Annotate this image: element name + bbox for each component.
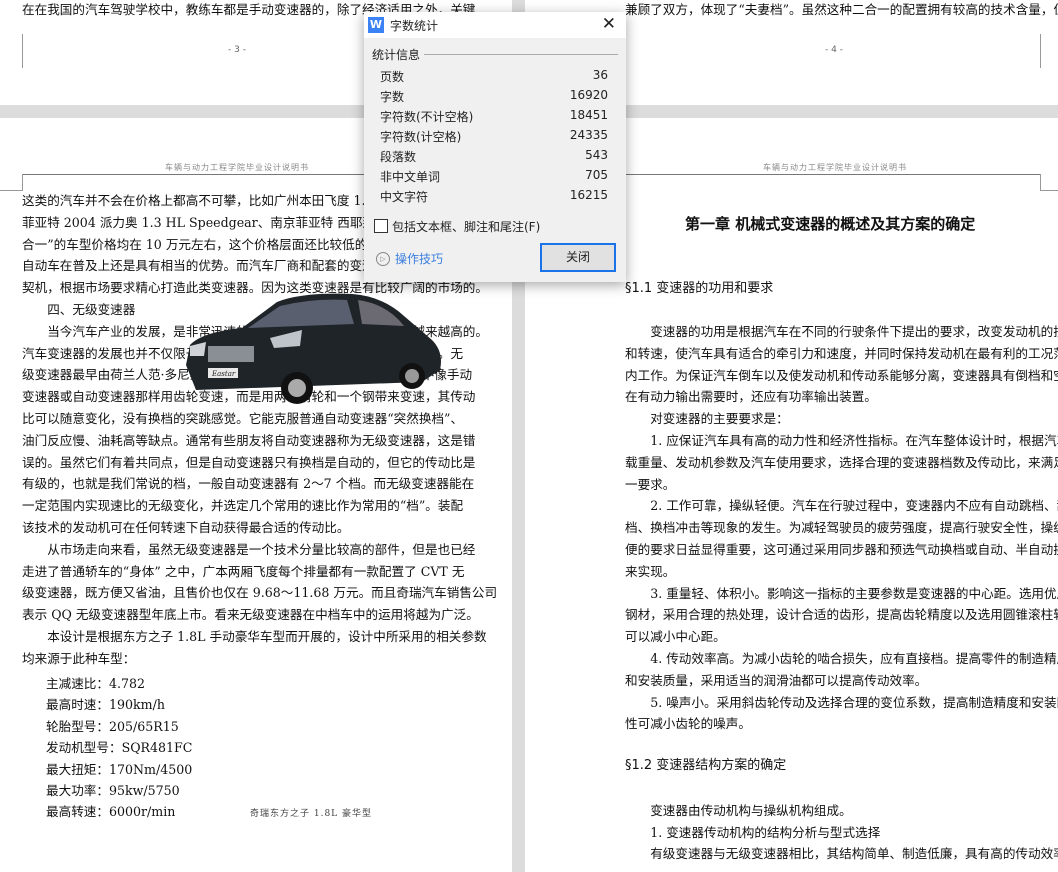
- page-text-line: 兼顾了双方，体现了“夫妻档”。虽然这种二合一的配置拥有较高的技术含量，但: [625, 2, 1058, 17]
- group-rule: [424, 54, 618, 55]
- text-line: 一定范围内实现速比的无级变化，并选定几个常用的速比作为常用的“档”。装配: [22, 498, 464, 514]
- text-line: 和安装质量，采用适当的润滑油都可以提高传动效率。: [625, 672, 928, 688]
- dialog-title: 字数统计: [390, 19, 439, 33]
- text-line: 该技术的发动机可在任何转速下自动获得最合适的传动比。: [22, 520, 350, 535]
- text-line: 在有动力输出需要时，还应有功率输出装置。: [625, 389, 877, 405]
- text-line: 四、无级变速器: [22, 302, 136, 317]
- vehicle-parameter: 最高转速：6000r/min: [46, 804, 176, 820]
- text-line: 变速器由传动机构与操纵机构组成。: [625, 803, 852, 818]
- text-line: 1. 应保证汽车具有高的动力性和经济性指标。在汽车整体设计时，根据汽车: [625, 433, 1058, 448]
- close-button[interactable]: 关闭: [540, 243, 616, 272]
- car-badge: Eastar: [211, 370, 236, 378]
- text-line: 有级变速器与无级变速器相比，其结构简单、制造低廉，具有高的传动效率: [625, 846, 1058, 862]
- text-line: 性可减小齿轮的噪声。: [625, 716, 751, 732]
- text-line: 可以减小中心距。: [625, 629, 726, 645]
- text-line: 均来源于此种车型：: [22, 650, 136, 666]
- stat-row: 字符数(不计空格) 18451: [380, 108, 608, 128]
- text-line: 5. 噪声小。采用斜齿轮传动及选择合理的变位系数，提高制造精度和安装刚: [625, 694, 1058, 710]
- text-line: 级变速器，既方便又省油，且售价也仅在 9.68～11.68 万元。而且奇瑞汽车销…: [22, 585, 498, 601]
- text-line: 油门反应慢、油耗高等缺点。通常有些朋友将自动变速器称为无级变速器，这是错: [22, 432, 476, 448]
- text-line: 对变速器的主要要求是：: [625, 411, 789, 427]
- text-line: 从市场走向来看，虽然无级变速器是一个技术分量比较高的部件，但是也已经: [22, 541, 476, 557]
- text-line: 这类的汽车并不会在价格上都高不可攀，比如广州本田飞度 1.3L C: [22, 193, 396, 208]
- text-line: 表示 QQ 无级变速器型年底上市。看来无级变速器在中档车中的运用将越为广泛。: [22, 607, 479, 623]
- text-line: 一要求。: [625, 476, 676, 492]
- section-heading: §1.2 变速器结构方案的确定: [625, 758, 787, 773]
- crop-mark: [1040, 34, 1058, 68]
- stat-value: 16215: [569, 188, 608, 202]
- vehicle-parameter: 最大扭矩：170Nm/4500: [46, 761, 193, 777]
- stat-value: 24335: [569, 128, 608, 142]
- crop-mark: [0, 34, 23, 68]
- text-line: 钢材，采用合理的热处理，设计合适的齿形，提高齿轮精度以及选用圆锥滚柱轴承: [625, 607, 1058, 623]
- section-heading: §1.1 变速器的功用和要求: [625, 281, 774, 296]
- page-number: - 3 -: [228, 45, 246, 55]
- text-line: 误的。虽然它们有着共同点，但是自动变速器只有换档是自动的，但它的传动比是: [22, 454, 476, 470]
- text-line: 合一”的车型价格均在 10 万元左右，这个价格层面还比较低的。: [22, 236, 380, 252]
- stat-row: 页数 36: [380, 68, 608, 88]
- crop-mark: [1040, 174, 1058, 191]
- stat-label: 字符数(不计空格): [380, 110, 474, 124]
- text-line: 2. 工作可靠，操纵轻便。汽车在行驶过程中，变速器内不应有自动跳档、乱: [625, 498, 1058, 514]
- text-line: 变速器的功用是根据汽车在不同的行驶条件下提出的要求，改变发动机的扭矩: [625, 324, 1058, 339]
- text-line: 自动车在普及上还是具有相当的优势。而汽车厂商和配套的变速器: [22, 258, 388, 274]
- text-line: 来实现。: [625, 563, 676, 579]
- text-line: 3. 重量轻、体积小。影响这一指标的主要参数是变速器的中心距。选用优质: [625, 585, 1058, 601]
- crop-mark: [0, 174, 23, 191]
- text-line: 内工作。为保证汽车倒车以及使发动机和传动系能够分离，变速器具有倒档和空档。: [625, 367, 1058, 383]
- wps-logo-icon: W: [368, 17, 384, 33]
- stat-label: 非中文单词: [380, 170, 441, 184]
- chapter-title: 第一章 机械式变速器的概述及其方案的确定: [685, 215, 976, 233]
- vehicle-parameter: 最大功率：95kw/5750: [46, 783, 180, 798]
- vehicle-parameter: 发动机型号：SQR481FC: [46, 740, 193, 756]
- stat-value: 16920: [569, 88, 608, 102]
- stat-row: 中文字符 16215: [380, 188, 608, 208]
- stat-row: 段落数 543: [380, 148, 608, 168]
- stat-row: 字符数(计空格) 24335: [380, 128, 608, 148]
- text-line: 1. 变速器传动机构的结构分析与型式选择: [625, 824, 881, 840]
- text-line: 4. 传动效率高。为减小齿轮的啮合损失，应有直接档。提高零件的制造精度: [625, 651, 1058, 666]
- word-count-dialog: W 字数统计 ✕ 统计信息 页数 36 字数 16920 字符数(不计空格) 18451 字…: [364, 12, 626, 282]
- vehicle-parameter: 最高时速：190km/h: [46, 697, 165, 713]
- stat-label: 字符数(计空格): [380, 130, 462, 144]
- text-line: 有级的，也就是我们常说的档，一般自动变速器有 2～7 个档。而无级变速器能在: [22, 476, 475, 492]
- text-line: 档、换档冲击等现象的发生。为减轻驾驶员的疲劳强度，提高行驶安全性，操纵轻: [625, 520, 1058, 536]
- stat-value: 543: [585, 148, 608, 162]
- text-line: 比可以随意变化，没有换档的突跳感觉。它能克服普通自动变速器“突然换档”、: [22, 411, 464, 426]
- running-header: 车辆与动力工程学院毕业设计说明书: [165, 163, 309, 172]
- text-line: 载重量、发动机参数及汽车使用要求，选择合理的变速器档数及传动比，来满足这: [625, 454, 1058, 470]
- page-number: - 4 -: [825, 45, 843, 55]
- stat-row: 非中文单词 705: [380, 168, 608, 188]
- group-label: 统计信息: [372, 46, 425, 63]
- include-textbox-checkbox[interactable]: [374, 219, 388, 233]
- vehicle-parameter: 主减速比：4.782: [46, 676, 146, 691]
- stat-label: 段落数: [380, 150, 417, 164]
- running-header: 车辆与动力工程学院毕业设计说明书: [763, 163, 907, 172]
- stat-label: 字数: [380, 90, 405, 104]
- stat-value: 18451: [569, 108, 608, 122]
- text-line: 走进了普通轿车的“身体” 之中，广本两厢飞度每个排量都有一款配置了 CVT 无: [22, 563, 465, 579]
- tips-link-label: 操作技巧: [395, 252, 444, 266]
- text-line: 便的要求日益显得重要，这可通过采用同步器和预选气动换档或自动、半自动换档: [625, 542, 1058, 557]
- figure-caption: 奇瑞东方之子 1.8L 豪华型: [250, 809, 373, 819]
- text-line: 本设计是根据东方之子 1.8L 手动豪华车型而开展的，设计中所采用的相关参数: [22, 629, 487, 644]
- stat-label: 页数: [380, 70, 405, 84]
- vehicle-parameter: 轮胎型号：205/65R15: [46, 718, 179, 734]
- car-image: Eastar: [186, 293, 441, 404]
- text-line: 和转速，使汽车具有适合的牵引力和速度，并同时保持发动机在最有利的工况范围: [625, 345, 1058, 361]
- play-circle-icon: ▷: [376, 251, 390, 266]
- dialog-titlebar[interactable]: W 字数统计 ✕: [364, 12, 626, 38]
- stat-label: 中文字符: [380, 190, 429, 204]
- stat-value: 36: [592, 68, 608, 82]
- checkbox-label[interactable]: 包括文本框、脚注和尾注(F): [392, 218, 540, 235]
- stat-value: 705: [585, 168, 608, 182]
- stat-row: 字数 16920: [380, 88, 608, 108]
- tips-link[interactable]: ▷ 操作技巧: [376, 250, 443, 267]
- close-icon[interactable]: ✕: [602, 14, 616, 34]
